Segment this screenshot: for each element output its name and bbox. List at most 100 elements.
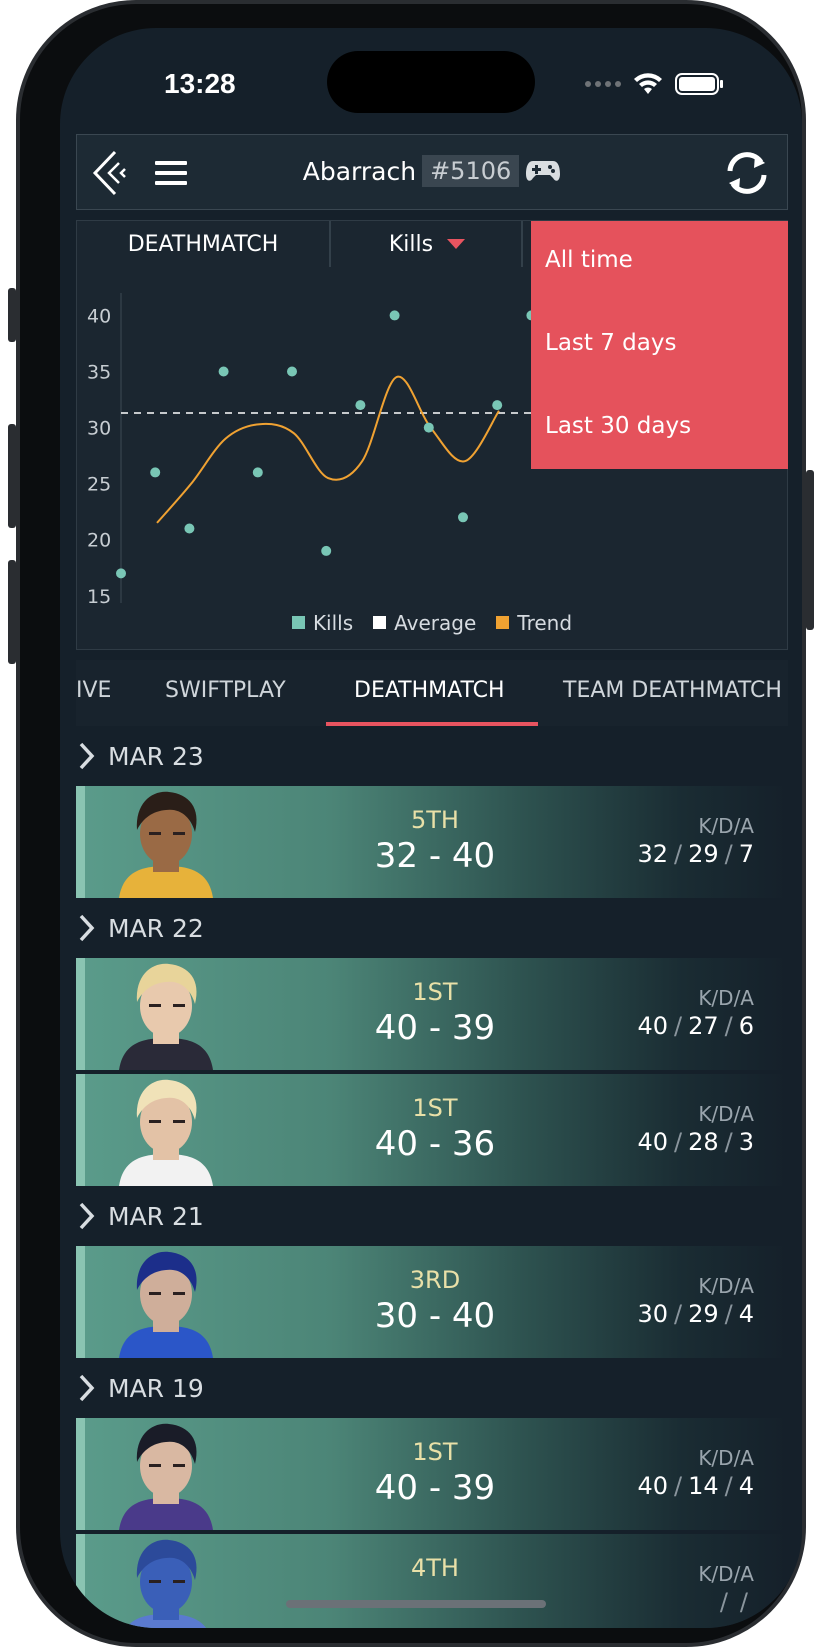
kda-value: 40/28/3 — [637, 1128, 754, 1156]
refresh-icon[interactable] — [721, 149, 773, 197]
assists-value: 7 — [738, 840, 754, 868]
date-group-header[interactable]: MAR 19 — [76, 1360, 788, 1416]
mode-selector[interactable]: DEATHMATCH — [77, 221, 331, 267]
tab-team-deathmatch[interactable]: TEAM DEATHMATCH — [563, 678, 782, 703]
deaths-value: 28 — [688, 1128, 719, 1156]
dynamic-island — [327, 51, 535, 113]
y-tick-label: 20 — [87, 530, 111, 552]
date-label: MAR 19 — [108, 1373, 204, 1403]
tab-swiftplay[interactable]: SWIFTPLAY — [165, 678, 286, 703]
dropdown-item-all-time[interactable]: All time — [531, 235, 788, 318]
date-group-header[interactable]: MAR 23 — [76, 728, 788, 784]
date-group-header[interactable]: MAR 22 — [76, 900, 788, 956]
match-card[interactable]: 3RD 30 - 40 K/D/A 30/29/4 — [76, 1246, 788, 1358]
status-icons — [585, 73, 725, 95]
kda-value: 30/29/4 — [637, 1300, 754, 1328]
agent-avatar — [119, 1079, 213, 1186]
date-group-header[interactable]: MAR 21 — [76, 1188, 788, 1244]
dropdown-item-last-7-days[interactable]: Last 7 days — [531, 318, 788, 401]
date-label: MAR 22 — [108, 913, 204, 943]
kda-separator: / — [673, 1300, 683, 1328]
kda-label: K/D/A — [698, 1274, 754, 1298]
mode-tabs: IVE SWIFTPLAY DEATHMATCH TEAM DEATHMATCH — [76, 660, 788, 726]
caret-down-icon — [447, 239, 466, 249]
dropdown-item-last-30-days[interactable]: Last 30 days — [531, 401, 788, 484]
match-card[interactable]: 1ST 40 - 36 K/D/A 40/28/3 — [76, 1074, 788, 1186]
legend-item: Kills — [291, 611, 353, 635]
kills-value: 32 — [637, 840, 668, 868]
kda-label: K/D/A — [698, 1562, 754, 1586]
mode-label: DEATHMATCH — [127, 231, 279, 257]
kda-separator: / — [673, 840, 683, 868]
active-tab-indicator — [326, 722, 538, 726]
app-screen: 13:28 Abarrach #5106 DEATHMATCH Kills 40… — [60, 28, 802, 1628]
y-tick-label: 40 — [87, 305, 111, 327]
metric-label: Kills — [388, 231, 434, 257]
agent-avatar — [119, 1251, 213, 1358]
tab-deathmatch[interactable]: DEATHMATCH — [354, 678, 505, 703]
y-tick-label: 35 — [87, 362, 111, 384]
cellular-icon — [585, 81, 621, 87]
match-placement: 1ST — [412, 1438, 458, 1466]
deaths-value: 27 — [688, 1012, 719, 1040]
match-score: 30 - 40 — [374, 1296, 496, 1336]
match-placement: 3RD — [409, 1266, 461, 1294]
legend-item: Trend — [496, 611, 572, 635]
match-placement: 1ST — [412, 978, 458, 1006]
kda-separator: / — [719, 1588, 728, 1616]
agent-avatar — [119, 1423, 213, 1530]
assists-value: 4 — [738, 1472, 754, 1500]
deaths-value: 29 — [688, 840, 719, 868]
kills-point — [287, 366, 297, 377]
player-title: Abarrach #5106 — [77, 155, 787, 187]
match-card[interactable]: 4TH K/D/A / / — [76, 1534, 788, 1628]
deaths-value: 29 — [688, 1300, 719, 1328]
match-placement: 1ST — [412, 1094, 458, 1122]
tab-competitive[interactable]: IVE — [76, 678, 111, 703]
y-tick-label: 15 — [87, 586, 111, 607]
chevron-right-icon — [79, 914, 95, 942]
player-tag: #5106 — [422, 155, 520, 187]
player-name: Abarrach — [302, 156, 417, 186]
match-placement: 4TH — [411, 1554, 459, 1582]
date-label: MAR 21 — [108, 1201, 204, 1231]
agent-avatar — [119, 791, 213, 898]
kda-label: K/D/A — [698, 1446, 754, 1470]
gamepad-icon — [526, 161, 561, 181]
match-card[interactable]: 1ST 40 - 39 K/D/A 40/27/6 — [76, 958, 788, 1070]
kda-separator: / — [724, 1472, 733, 1500]
metric-selector[interactable]: Kills — [333, 221, 523, 267]
kills-point — [116, 568, 126, 579]
kda-label: K/D/A — [698, 1102, 754, 1126]
battery-icon — [675, 73, 723, 95]
action-button — [8, 288, 16, 342]
legend-item: Average — [373, 611, 476, 635]
kda-label: K/D/A — [698, 814, 754, 838]
volume-up-button — [8, 424, 16, 528]
kills-point — [184, 523, 195, 534]
deaths-value: 14 — [688, 1472, 719, 1500]
power-button — [806, 470, 814, 630]
kda-separator: / — [724, 1012, 733, 1040]
kda-label: K/D/A — [698, 986, 754, 1010]
date-label: MAR 23 — [108, 741, 204, 771]
kda-separator: / — [724, 1300, 733, 1328]
kda-value: 32/29/7 — [637, 840, 754, 868]
home-indicator[interactable] — [286, 1600, 546, 1608]
match-card[interactable]: 1ST 40 - 39 K/D/A 40/14/4 — [76, 1418, 788, 1530]
kda-value: 40/14/4 — [637, 1472, 754, 1500]
kda-separator: / — [724, 1128, 733, 1156]
assists-value: 3 — [738, 1128, 754, 1156]
chart-legend: Kills Average Trend — [77, 611, 787, 635]
volume-down-button — [8, 560, 16, 664]
kda-separator: / — [673, 1012, 683, 1040]
match-score: 40 - 39 — [374, 1468, 496, 1508]
match-score: 32 - 40 — [374, 836, 496, 876]
assists-value: 6 — [738, 1012, 754, 1040]
kills-value: 40 — [637, 1128, 668, 1156]
match-card[interactable]: 5TH 32 - 40 K/D/A 32/29/7 — [76, 786, 788, 898]
kills-value: 40 — [637, 1012, 668, 1040]
agent-avatar — [119, 963, 213, 1070]
kda-separator: / — [673, 1472, 683, 1500]
y-tick-label: 30 — [87, 418, 111, 440]
